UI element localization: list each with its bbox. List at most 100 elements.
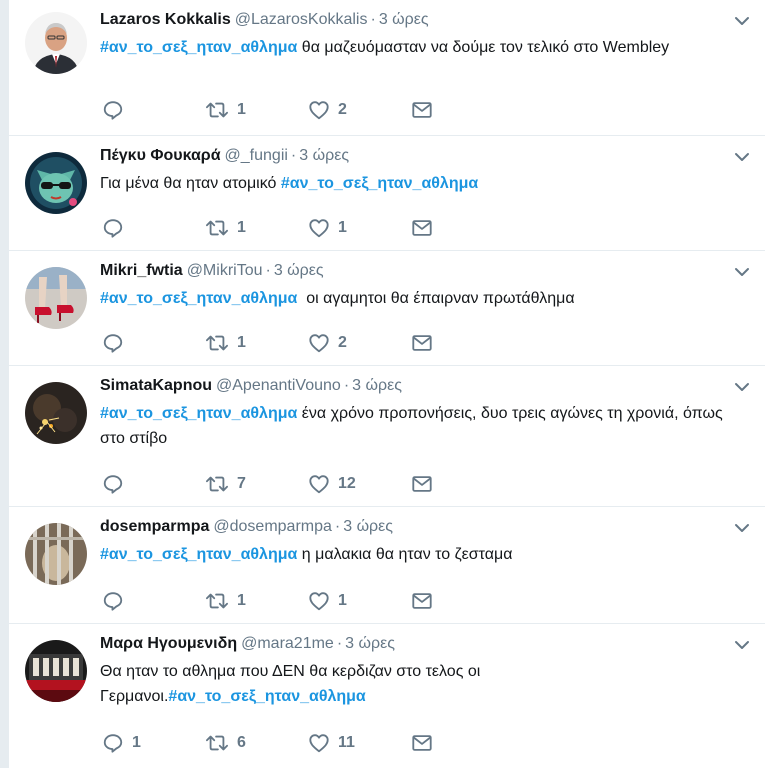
direct-message-button[interactable] [411,472,433,496]
reply-button[interactable] [102,472,205,496]
chevron-down-icon[interactable] [734,520,750,536]
tweet-text-after: θα μαζευόμασταν να δούμε τον τελικό στο … [297,39,670,56]
tweet-actions: 1 1 [102,589,433,613]
tweet-text: #αν_το_σεξ_ηταν_αθλημα ένα χρόνο προπονή… [100,401,740,451]
retweet-icon [206,476,228,492]
heart-icon [309,101,329,120]
heart-icon [309,592,329,611]
retweet-count: 1 [237,101,246,118]
retweet-button[interactable]: 1 [205,589,308,613]
author-fullname[interactable]: Lazaros Kokkalis [100,11,231,28]
reply-button[interactable]: 1 [102,731,205,755]
retweet-count: 1 [237,334,246,351]
like-count: 1 [338,219,347,236]
tweet-actions: 1 6 11 [102,731,433,755]
hashtag-link[interactable]: #αν_το_σεξ_ηταν_αθλημα [168,688,365,705]
avatar[interactable] [25,640,87,702]
tweet[interactable]: dosemparmpa @dosemparmpa · 3 ώρες #αν_το_σε… [9,507,765,624]
hashtag-link[interactable]: #αν_το_σεξ_ηταν_αθλημα [100,405,297,422]
avatar[interactable] [25,267,87,329]
like-button[interactable]: 2 [308,98,411,122]
tweet[interactable]: SimataKapnou @ApenantiVouno · 3 ώρες #αν_το… [9,366,765,507]
author-fullname[interactable]: dosemparmpa [100,518,209,535]
tweet-timestamp[interactable]: 3 ώρες [345,635,395,652]
tweet-text: #αν_το_σεξ_ηταν_αθλημα θα μαζευόμασταν ν… [100,35,740,60]
like-count: 11 [338,734,355,751]
retweet-button[interactable]: 7 [205,472,308,496]
tweet[interactable]: Lazaros Kokkalis @LazarosKokkalis · 3 ώρες … [9,0,765,136]
reply-icon [103,734,123,753]
heart-icon [309,334,329,353]
separator-dot: · [334,518,341,535]
like-button[interactable]: 1 [308,216,411,240]
author-username[interactable]: @mara21me [241,635,334,652]
hashtag-link[interactable]: #αν_το_σεξ_ηταν_αθλημα [100,290,297,307]
tweet-text: #αν_το_σεξ_ηταν_αθλημα οι αγαμητοι θα έπ… [100,286,740,311]
retweet-button[interactable]: 1 [205,216,308,240]
envelope-icon [412,593,432,609]
direct-message-button[interactable] [411,589,433,613]
author-fullname[interactable]: SimataKapnou [100,377,212,394]
timeline: Lazaros Kokkalis @LazarosKokkalis · 3 ώρες … [8,0,765,768]
chevron-down-icon[interactable] [734,379,750,395]
like-button[interactable]: 11 [308,731,411,755]
author-fullname[interactable]: Πέγκυ Φουκαρά [100,147,221,164]
author-username[interactable]: @_fungii [225,147,288,164]
reply-icon [103,334,123,353]
chevron-down-icon[interactable] [734,637,750,653]
tweet-timestamp[interactable]: 3 ώρες [352,377,402,394]
avatar[interactable] [25,382,87,444]
reply-button[interactable] [102,331,205,355]
chevron-down-icon[interactable] [734,13,750,29]
separator-dot: · [290,147,297,164]
retweet-count: 7 [237,475,246,492]
tweet-text-after: οι αγαμητοι θα έπαιρναν πρωτάθλημα [297,290,575,307]
heart-icon [309,219,329,238]
retweet-button[interactable]: 1 [205,98,308,122]
heart-icon [309,475,329,494]
author-username[interactable]: @LazarosKokkalis [235,11,368,28]
direct-message-button[interactable] [411,331,433,355]
avatar[interactable] [25,523,87,585]
tweet[interactable]: Mikri_fwtia @MikriTou · 3 ώρες #αν_το_σεξ_η… [9,251,765,366]
chevron-down-icon[interactable] [734,264,750,280]
tweet-header: SimataKapnou @ApenantiVouno · 3 ώρες [100,376,402,396]
tweet-actions: 1 1 [102,216,433,240]
direct-message-button[interactable] [411,98,433,122]
hashtag-link[interactable]: #αν_το_σεξ_ηταν_αθλημα [100,546,297,563]
like-button[interactable]: 1 [308,589,411,613]
like-button[interactable]: 12 [308,472,411,496]
retweet-icon [206,335,228,351]
retweet-count: 1 [237,592,246,609]
reply-button[interactable] [102,98,205,122]
chevron-down-icon[interactable] [734,149,750,165]
direct-message-button[interactable] [411,731,433,755]
author-username[interactable]: @dosemparmpa [213,518,332,535]
retweet-button[interactable]: 1 [205,331,308,355]
envelope-icon [412,335,432,351]
tweet-timestamp[interactable]: 3 ώρες [274,262,324,279]
author-fullname[interactable]: Mikri_fwtia [100,262,183,279]
hashtag-link[interactable]: #αν_το_σεξ_ηταν_αθλημα [281,175,478,192]
tweet[interactable]: Πέγκυ Φουκαρά @_fungii · 3 ώρες Για μένα θα… [9,136,765,251]
author-username[interactable]: @ApenantiVouno [216,377,341,394]
tweet-timestamp[interactable]: 3 ώρες [299,147,349,164]
tweet-header: Lazaros Kokkalis @LazarosKokkalis · 3 ώρες [100,10,429,30]
reply-icon [103,475,123,494]
retweet-button[interactable]: 6 [205,731,308,755]
reply-count: 1 [132,734,141,751]
direct-message-button[interactable] [411,216,433,240]
tweet-timestamp[interactable]: 3 ώρες [379,11,429,28]
like-button[interactable]: 2 [308,331,411,355]
hashtag-link[interactable]: #αν_το_σεξ_ηταν_αθλημα [100,39,297,56]
separator-dot: · [370,11,376,28]
avatar[interactable] [25,12,87,74]
reply-button[interactable] [102,216,205,240]
author-fullname[interactable]: Μαρα Ηγουμενιδη [100,635,237,652]
avatar[interactable] [25,152,87,214]
reply-button[interactable] [102,589,205,613]
author-username[interactable]: @MikriTou [187,262,263,279]
retweet-icon [206,102,228,118]
tweet[interactable]: Μαρα Ηγουμενιδη @mara21me · 3 ώρες Θα ηταν … [9,624,765,768]
tweet-timestamp[interactable]: 3 ώρες [343,518,393,535]
